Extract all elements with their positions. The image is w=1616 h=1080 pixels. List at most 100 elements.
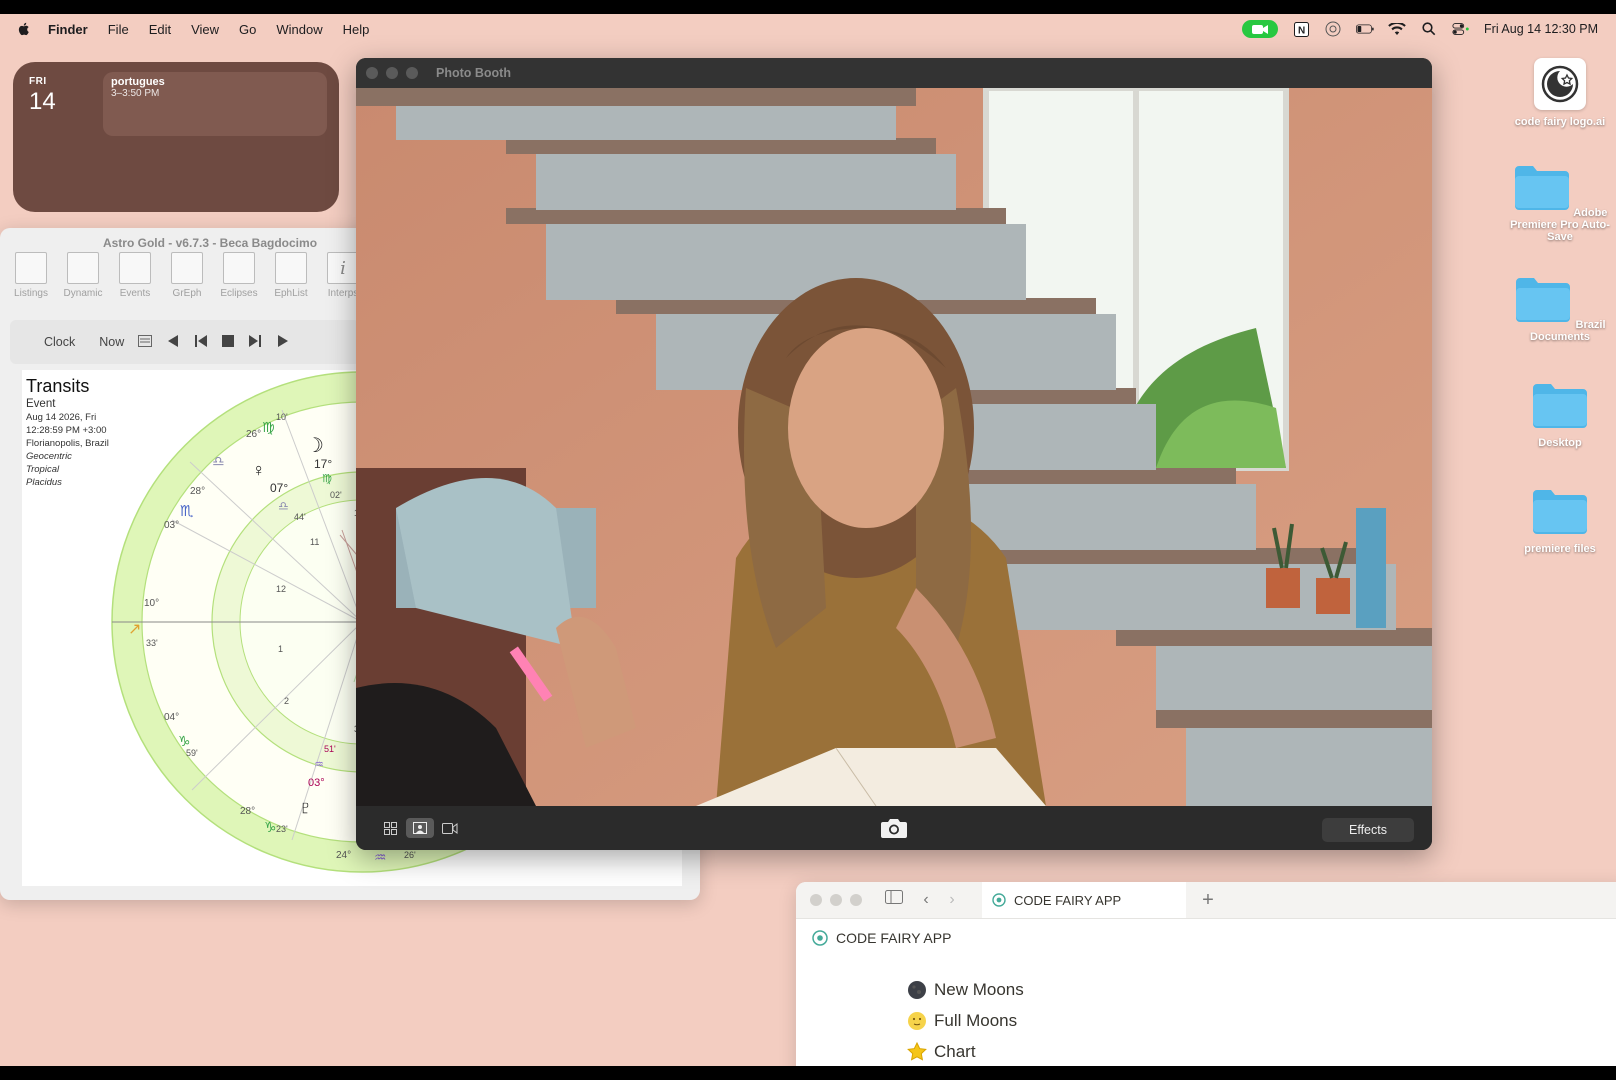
apple-icon[interactable] (16, 21, 32, 37)
back-icon[interactable]: ‹ (916, 890, 936, 910)
svg-text:28°: 28° (190, 486, 205, 497)
wifi-icon[interactable] (1388, 21, 1406, 37)
menu-help[interactable]: Help (343, 22, 370, 37)
widget-event[interactable]: portugues 3–3:50 PM (103, 72, 327, 136)
new-moon-icon (906, 979, 928, 1001)
close-button[interactable] (810, 894, 822, 906)
svg-text:23': 23' (276, 824, 288, 834)
menu-go[interactable]: Go (239, 22, 256, 37)
new-tab-button[interactable]: + (1196, 888, 1220, 912)
svg-text:02': 02' (330, 490, 342, 500)
now-button[interactable]: Now (99, 335, 124, 349)
calendar-widget[interactable]: FRI 14 portugues 3–3:50 PM (13, 62, 339, 212)
clock-button[interactable]: Clock (44, 335, 75, 349)
stop-icon[interactable] (222, 334, 235, 350)
tool-label: Eclipses (220, 288, 258, 299)
svg-text:♇: ♇ (298, 797, 313, 819)
desktop-icon-premiere-auto-save[interactable]: Adobe Premiere Pro Auto-Save (1510, 164, 1610, 243)
svg-text:1: 1 (278, 644, 283, 654)
svg-text:☽: ☽ (306, 435, 324, 457)
desktop-icon-premiere-files[interactable]: premiere files (1510, 488, 1610, 555)
grid-icon (383, 821, 397, 835)
camera-feed-image (356, 88, 1432, 806)
list-item-label: Full Moons (934, 1010, 1018, 1030)
four-up-mode-button[interactable] (376, 818, 404, 838)
tab-code-fairy-app[interactable]: CODE FAIRY APP (982, 882, 1186, 918)
calendar-icon[interactable] (138, 334, 153, 350)
svg-text:26°: 26° (246, 429, 261, 440)
folder-icon (1533, 490, 1587, 534)
forward-icon[interactable]: › (942, 890, 962, 910)
desktop-icon-desktop[interactable]: Desktop (1510, 382, 1610, 449)
video-camera-icon (442, 822, 458, 834)
desktop-icon-code-fairy-logo[interactable]: code fairy logo.ai (1510, 58, 1610, 128)
tool-listings[interactable]: Listings (10, 252, 52, 299)
battery-icon[interactable] (1356, 21, 1374, 37)
desktop-icon-label: premiere files (1524, 543, 1596, 555)
list-item-chart[interactable]: Chart (906, 1036, 1024, 1066)
menu-app-name[interactable]: Finder (48, 22, 88, 37)
svg-text:04°: 04° (164, 712, 179, 723)
tool-events[interactable]: Events (114, 252, 156, 299)
menu-bar-clock[interactable]: Fri Aug 14 12:30 PM (1484, 22, 1598, 36)
list-item-label: New Moons (934, 979, 1024, 999)
list-item-full-moons[interactable]: Full Moons (906, 1005, 1024, 1036)
svg-text:10': 10' (276, 412, 288, 422)
tool-label: Dynamic (63, 288, 103, 299)
menu-view[interactable]: View (191, 22, 219, 37)
svg-text:♑: ♑ (178, 733, 191, 749)
menu-window[interactable]: Window (276, 22, 322, 37)
svg-text:♒: ♒ (314, 759, 324, 771)
sidebar-toggle-icon[interactable] (884, 890, 904, 910)
list-item-new-moons[interactable]: New Moons (906, 974, 1024, 1005)
desktop: Finder File Edit View Go Window Help N F… (0, 14, 1616, 1066)
tool-eclipses[interactable]: Eclipses (218, 252, 260, 299)
svg-text:26': 26' (404, 850, 416, 860)
svg-text:17°: 17° (314, 457, 332, 471)
close-button[interactable] (366, 67, 378, 79)
single-photo-mode-button[interactable] (406, 818, 434, 838)
zoom-button[interactable] (850, 894, 862, 906)
menu-extra-icon[interactable] (1324, 21, 1342, 37)
capture-mode-selector (376, 818, 464, 838)
video-mode-button[interactable] (436, 818, 464, 838)
tab-title: CODE FAIRY APP (1014, 892, 1122, 908)
widget-event-title: portugues (111, 76, 165, 88)
step-back-icon[interactable] (166, 334, 180, 351)
svg-text:♎: ♎ (278, 499, 289, 513)
page-icon (812, 930, 828, 946)
dynamic-icon (67, 252, 99, 284)
desktop-icon-label: code fairy logo.ai (1514, 116, 1606, 128)
eclipses-icon (223, 252, 255, 284)
skip-forward-icon[interactable] (248, 334, 262, 351)
svg-text:♀: ♀ (252, 460, 266, 480)
take-photo-button[interactable] (880, 816, 908, 840)
tool-label: GrEph (172, 288, 202, 299)
effects-button[interactable]: Effects (1322, 818, 1414, 842)
notion-icon[interactable]: N (1292, 21, 1310, 37)
tool-label: EphList (274, 288, 308, 299)
camera-in-use-icon[interactable] (1242, 20, 1279, 38)
menu-edit[interactable]: Edit (149, 22, 171, 37)
svg-text:07°: 07° (270, 481, 288, 495)
control-center-icon[interactable] (1452, 21, 1470, 37)
desktop-icon-brazil-documents[interactable]: Brazil Documents (1510, 276, 1610, 343)
tool-dynamic[interactable]: Dynamic (62, 252, 104, 299)
minimize-button[interactable] (386, 67, 398, 79)
astro-toolbar: Listings Dynamic Events GrEph Eclipses E… (10, 252, 364, 299)
play-icon[interactable] (276, 334, 290, 351)
skip-back-icon[interactable] (194, 334, 208, 351)
svg-text:N: N (1298, 25, 1305, 36)
page-breadcrumb[interactable]: CODE FAIRY APP (812, 930, 951, 946)
svg-text:♑: ♑ (264, 819, 277, 835)
menu-file[interactable]: File (108, 22, 129, 37)
window-controls (366, 67, 418, 79)
minimize-button[interactable] (830, 894, 842, 906)
spotlight-search-icon[interactable] (1420, 21, 1438, 37)
code-fairy-logo-icon (1534, 58, 1586, 110)
tool-ephlist[interactable]: EphList (270, 252, 312, 299)
zoom-button[interactable] (406, 67, 418, 79)
tool-greph[interactable]: GrEph (166, 252, 208, 299)
window-controls (810, 894, 862, 906)
widget-weekday: FRI (29, 76, 47, 87)
